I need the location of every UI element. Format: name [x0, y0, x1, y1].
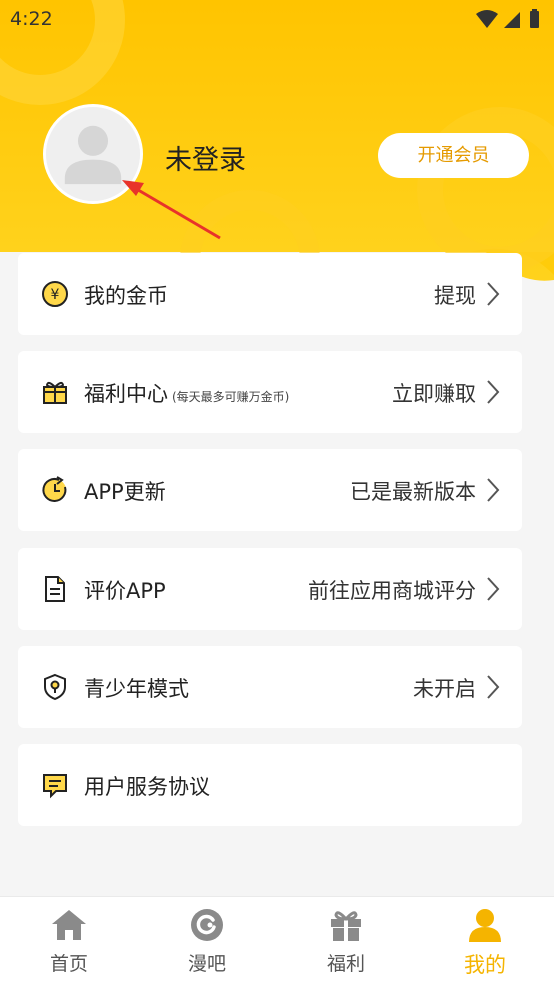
menu-action: 提现	[434, 284, 476, 308]
battery-icon	[530, 11, 539, 28]
menu-action: 已是最新版本	[350, 480, 476, 504]
menu-action: 未开启	[413, 677, 476, 701]
tab-home[interactable]: 首页	[0, 897, 138, 985]
chevron-right-icon	[487, 675, 500, 699]
shield-icon	[44, 673, 66, 701]
tab-manba[interactable]: 漫吧	[138, 897, 276, 985]
menu-item-user-agreement[interactable]: 用户服务协议	[18, 744, 522, 826]
chevron-right-icon	[487, 577, 500, 601]
svg-text:¥: ¥	[51, 287, 60, 303]
tab-label: 我的	[464, 953, 506, 977]
tab-mine[interactable]: 我的	[416, 897, 554, 985]
manba-icon	[191, 909, 223, 941]
tab-welfare[interactable]: 福利	[277, 897, 415, 985]
menu-title: 我的金币	[84, 284, 168, 308]
chevron-right-icon	[487, 478, 500, 502]
gift-icon	[43, 381, 67, 404]
tab-label: 首页	[49, 953, 88, 975]
coin-icon: ¥	[42, 281, 68, 307]
status-time: 4:22	[10, 8, 53, 30]
open-vip-button[interactable]: 开通会员	[378, 133, 529, 178]
message-icon	[43, 774, 67, 799]
wifi-icon	[476, 10, 498, 28]
menu-item-app-update[interactable]: APP更新 已是最新版本	[18, 449, 522, 531]
menu-item-welfare[interactable]: 福利中心 (每天最多可赚万金币) 立即赚取	[18, 351, 522, 433]
menu-title: 青少年模式	[84, 677, 189, 701]
menu-title: APP更新	[84, 480, 166, 504]
annotation-arrow-icon	[122, 180, 221, 240]
menu-action: 前往应用商城评分	[308, 579, 476, 603]
update-icon	[42, 476, 67, 502]
menu-item-teen-mode[interactable]: 青少年模式 未开启	[18, 646, 522, 728]
gift-icon	[331, 911, 361, 941]
signal-icon	[504, 12, 520, 28]
tab-label: 漫吧	[187, 953, 226, 975]
menu-title: 福利中心 (每天最多可赚万金币)	[84, 382, 290, 406]
menu-item-coins[interactable]: ¥ 我的金币 提现	[18, 253, 522, 335]
menu-title: 用户服务协议	[84, 775, 210, 799]
tab-label: 福利	[326, 953, 365, 975]
menu-title: 评价APP	[84, 579, 166, 603]
chevron-right-icon	[487, 282, 500, 306]
chevron-right-icon	[487, 380, 500, 404]
user-icon	[469, 909, 501, 942]
menu-item-rate-app[interactable]: 评价APP 前往应用商城评分	[18, 548, 522, 630]
bottom-tab-bar: 首页 漫吧 福利 我的	[0, 896, 554, 985]
menu-action: 立即赚取	[392, 382, 476, 406]
status-bar: 4:22	[0, 0, 554, 40]
document-icon	[45, 576, 65, 602]
menu-note: (每天最多可赚万金币)	[172, 390, 290, 404]
status-icons	[476, 9, 539, 28]
home-icon	[52, 910, 86, 940]
